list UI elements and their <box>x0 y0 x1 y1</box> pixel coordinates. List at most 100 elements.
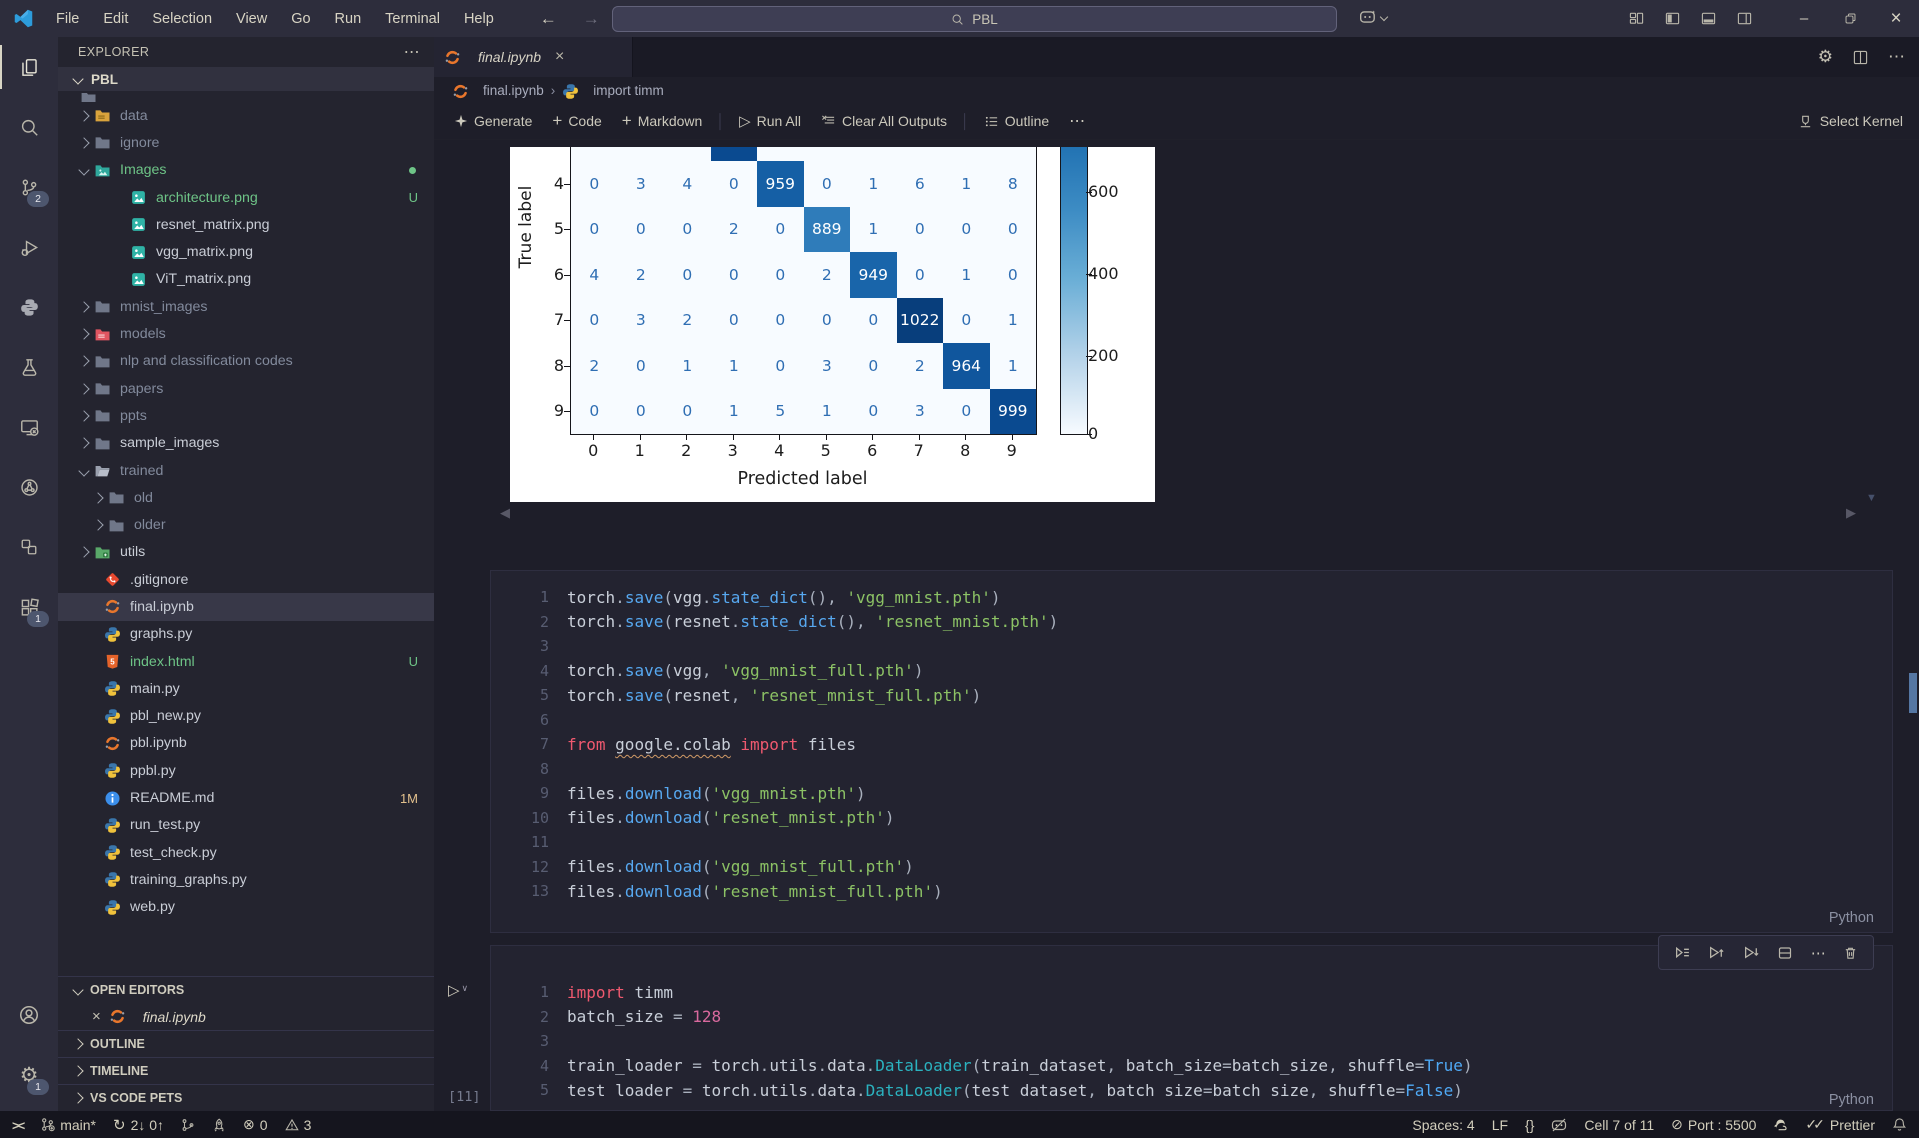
notebook-settings-icon[interactable]: ⚙ <box>1818 47 1833 67</box>
code-line[interactable]: 5 test_loader = torch.utils.data.DataLoad… <box>491 1078 1892 1098</box>
copilot-button[interactable] <box>1358 8 1389 26</box>
menu-help[interactable]: Help <box>452 11 506 27</box>
status-rocket[interactable] <box>212 1118 226 1132</box>
activity-search-icon[interactable] <box>0 97 58 157</box>
tree-item-ppts[interactable]: ppts <box>58 402 434 429</box>
toggle-panel-icon[interactable] <box>1700 11 1717 26</box>
code-line[interactable]: 13 files.download('resnet_mnist_full.pth'… <box>491 879 1892 904</box>
tree-item-ignore[interactable]: ignore <box>58 129 434 156</box>
status-prettier[interactable]: ✓✓ Prettier <box>1805 1116 1875 1133</box>
status-port[interactable]: ⊘ Port : 5500 <box>1671 1116 1756 1133</box>
outline-section[interactable]: OUTLINE <box>58 1030 434 1057</box>
add-markdown-cell-button[interactable]: + Markdown <box>612 108 713 134</box>
tab-final-ipynb[interactable]: final.ipynb × <box>434 37 633 77</box>
status-indentation[interactable]: Spaces: 4 <box>1412 1117 1474 1133</box>
cell-more-actions-icon[interactable]: ⋯ <box>1811 944 1826 962</box>
scrollbar-indicator[interactable] <box>1909 673 1917 713</box>
activity-run-and-debug-icon[interactable] <box>0 217 58 277</box>
activity-testing-icon[interactable] <box>0 337 58 397</box>
tree-item-main-py[interactable]: main.py <box>58 675 434 702</box>
code-editor[interactable]: 1 import timm 2 batch_size = 128 3 4 train_loa… <box>491 980 1892 1098</box>
activity-settings-icon[interactable]: ⚙ 1 <box>0 1045 58 1105</box>
tree-item-resnet-matrix-png[interactable]: resnet_matrix.png <box>58 211 434 238</box>
menu-selection[interactable]: Selection <box>140 11 224 27</box>
status-remote[interactable]: >< <box>12 1117 25 1133</box>
status-cell-indicator[interactable]: Cell 7 of 11 <box>1584 1117 1654 1133</box>
output-scroll-left-icon[interactable]: ◀ <box>500 505 510 521</box>
editor-more-actions-icon[interactable]: ⋯ <box>1888 47 1905 67</box>
tree-item-images[interactable]: Images <box>58 157 434 184</box>
breadcrumb-file[interactable]: final.ipynb <box>483 83 544 98</box>
generate-button[interactable]: Generate <box>444 108 542 134</box>
activity-account-icon[interactable] <box>0 985 58 1045</box>
close-icon[interactable]: × <box>92 1008 101 1025</box>
tree-item-final-ipynb[interactable]: final.ipynb <box>58 593 434 621</box>
status-brackets[interactable]: {} <box>1525 1117 1534 1133</box>
code-line[interactable]: 8 <box>491 757 1892 782</box>
cell-language-label[interactable]: Python <box>1829 1092 1874 1108</box>
run-all-button[interactable]: ▷ Run All <box>729 108 811 134</box>
tree-item-nlp-and-classification-codes[interactable]: nlp and classification codes <box>58 348 434 375</box>
close-button[interactable]: × <box>1873 0 1919 37</box>
code-line[interactable]: 2 batch_size = 128 <box>491 1005 1892 1030</box>
code-line[interactable]: 6 <box>491 708 1892 733</box>
run-cell-button[interactable]: ▷ ∨ <box>448 981 468 999</box>
open-editors-header[interactable]: OPEN EDITORS <box>58 976 434 1003</box>
tree-item-models[interactable]: models <box>58 320 434 347</box>
output-chevron-down-icon[interactable]: ▼ <box>1866 492 1877 504</box>
status-branch[interactable]: main* <box>40 1117 96 1133</box>
code-line[interactable]: 1 torch.save(vgg.state_dict(), 'vgg_mnist… <box>491 585 1892 610</box>
code-line[interactable]: 1 import timm <box>491 980 1892 1005</box>
code-editor[interactable]: 1 torch.save(vgg.state_dict(), 'vgg_mnist… <box>491 585 1892 904</box>
code-line[interactable]: 5 torch.save(resnet, 'resnet_mnist_full.p… <box>491 683 1892 708</box>
tree-item-old[interactable]: old <box>58 484 434 511</box>
code-cell-1[interactable]: 1 torch.save(vgg.state_dict(), 'vgg_mnist… <box>490 570 1893 933</box>
tree-item-mnist-images[interactable]: mnist_images <box>58 293 434 320</box>
status-notifications[interactable] <box>1892 1117 1907 1132</box>
menu-view[interactable]: View <box>224 11 279 27</box>
outline-button[interactable]: Outline <box>974 108 1059 134</box>
status-eol[interactable]: LF <box>1492 1117 1508 1133</box>
tree-item-older[interactable]: older <box>58 511 434 538</box>
tree-item-gitignore[interactable]: .gitignore <box>58 566 434 593</box>
tree-item-run-test-py[interactable]: run_test.py <box>58 812 434 839</box>
forward-arrow[interactable]: → <box>583 9 600 29</box>
tree-item-partial[interactable] <box>58 93 434 102</box>
status-source-control-graph[interactable] <box>181 1118 195 1132</box>
search-input[interactable]: PBL <box>612 6 1337 32</box>
clear-all-outputs-button[interactable]: Clear All Outputs <box>811 108 957 134</box>
tree-item-web-py[interactable]: web.py <box>58 894 434 921</box>
tree-item-data[interactable]: data <box>58 102 434 129</box>
code-line[interactable]: 11 <box>491 830 1892 855</box>
activity-extensions-icon[interactable]: 1 <box>0 577 58 637</box>
status-pets-squirrel[interactable] <box>1773 1117 1788 1132</box>
tree-item-architecture-png[interactable]: architecture.png U <box>58 184 434 211</box>
code-line[interactable]: 9 files.download('vgg_mnist.pth') <box>491 781 1892 806</box>
cell-language-label[interactable]: Python <box>1829 910 1874 926</box>
tree-item-utils[interactable]: utils <box>58 539 434 566</box>
project-root-row[interactable]: PBL <box>58 67 434 91</box>
vscode-pets-section[interactable]: VS CODE PETS <box>58 1084 434 1111</box>
tree-item-sample-images[interactable]: sample_images <box>58 430 434 457</box>
split-editor-icon[interactable] <box>1853 50 1868 65</box>
code-line[interactable]: 4 torch.save(vgg, 'vgg_mnist_full.pth') <box>491 659 1892 684</box>
code-line[interactable]: 3 <box>491 1029 1892 1054</box>
status-errors[interactable]: ⊗ 0 <box>243 1116 268 1133</box>
tree-item-ppbl-py[interactable]: ppbl.py <box>58 757 434 784</box>
tree-item-index-html[interactable]: 5 index.html U <box>58 648 434 675</box>
tab-close-icon[interactable]: × <box>555 48 564 66</box>
toggle-primary-sidebar-icon[interactable] <box>1664 11 1681 26</box>
output-scroll-right-icon[interactable]: ▶ <box>1846 505 1856 521</box>
back-arrow[interactable]: ← <box>540 9 557 29</box>
menu-terminal[interactable]: Terminal <box>373 11 452 27</box>
code-line[interactable]: 3 <box>491 634 1892 659</box>
delete-cell-icon[interactable] <box>1843 945 1858 961</box>
execute-above-cells-icon[interactable] <box>1674 944 1691 961</box>
open-editor-final-ipynb[interactable]: × final.ipynb <box>58 1003 434 1030</box>
split-cell-icon[interactable] <box>1777 945 1793 961</box>
code-line[interactable]: 2 torch.save(resnet.state_dict(), 'resnet… <box>491 610 1892 635</box>
activity-explorer-icon[interactable] <box>0 37 58 97</box>
tree-item-vit-matrix-png[interactable]: ViT_matrix.png <box>58 266 434 293</box>
activity-source-control-icon[interactable]: 2 <box>0 157 58 217</box>
tree-item-test-check-py[interactable]: test_check.py <box>58 839 434 866</box>
